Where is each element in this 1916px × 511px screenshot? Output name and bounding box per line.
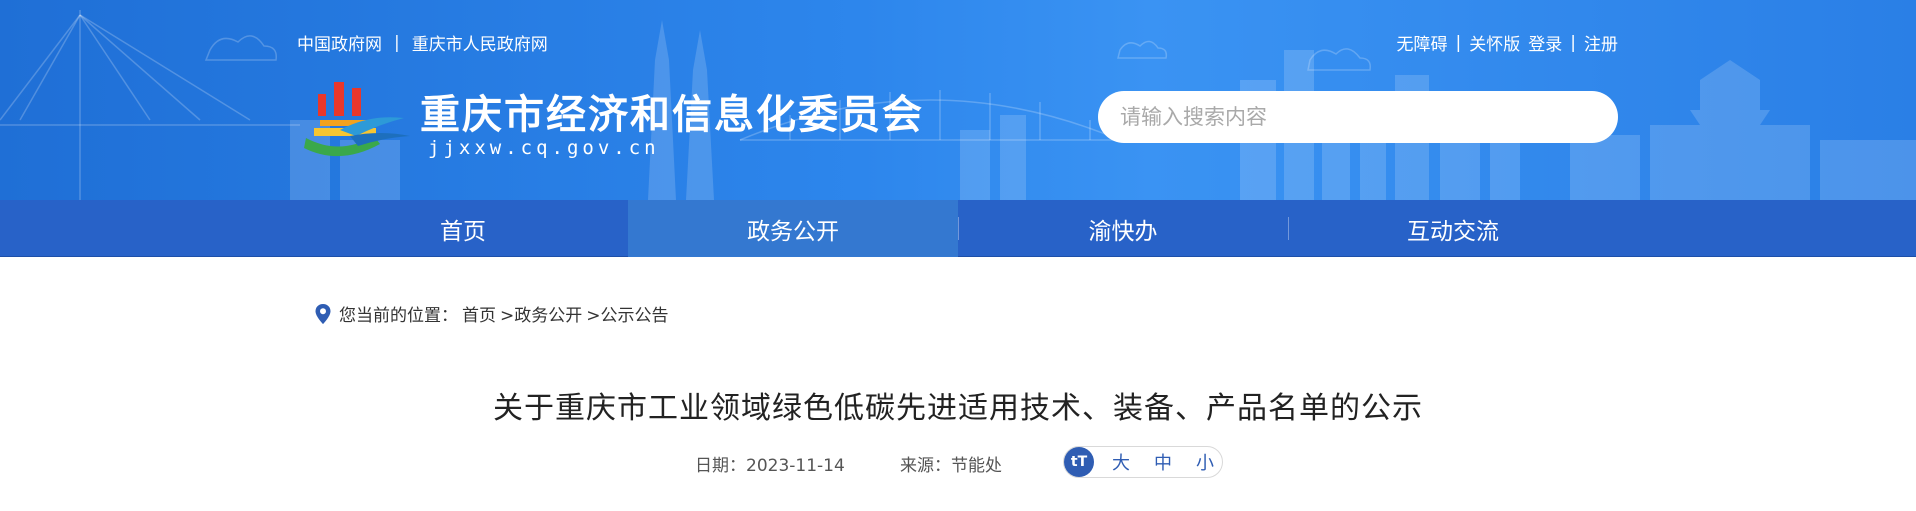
date-value: 2023-11-14: [746, 456, 845, 476]
article-date: 日期：2023-11-14: [695, 451, 845, 476]
nav-item-interaction[interactable]: 互动交流: [1288, 200, 1618, 257]
cq-gov-link[interactable]: 重庆市人民政府网: [412, 30, 548, 55]
top-links: 中国政府网 | 重庆市人民政府网: [297, 30, 548, 56]
site-title[interactable]: 重庆市经济和信息化委员会: [420, 82, 924, 140]
link-separator: |: [394, 32, 400, 53]
search-input[interactable]: [1098, 91, 1618, 143]
breadcrumb-gov-affairs[interactable]: >政务公开: [500, 301, 582, 326]
font-size-icon: tT: [1064, 447, 1094, 477]
link-separator: |: [1455, 32, 1462, 53]
breadcrumb-prefix: 您当前的位置：: [339, 306, 458, 326]
breadcrumb-announcements[interactable]: >公示公告: [586, 301, 668, 326]
elder-mode-link[interactable]: 关怀版: [1469, 30, 1520, 55]
font-size-medium[interactable]: 中: [1154, 449, 1172, 475]
link-separator: |: [1570, 32, 1576, 53]
nav-item-gov-affairs[interactable]: 政务公开: [628, 200, 958, 257]
login-link[interactable]: 登录: [1528, 30, 1562, 55]
date-label: 日期：: [695, 456, 746, 476]
header-banner: 中国政府网 | 重庆市人民政府网 无障碍 | 关怀版 登录 | 注册 重庆市经济…: [0, 0, 1916, 200]
breadcrumb: 您当前的位置： 首页 >政务公开 >公示公告: [315, 301, 669, 326]
city-skyline-illustration: [0, 10, 1916, 200]
font-size-small[interactable]: 小: [1196, 449, 1214, 475]
article-title: 关于重庆市工业领域绿色低碳先进适用技术、装备、产品名单的公示: [493, 391, 1423, 426]
article-source: 来源：节能处: [900, 451, 1002, 476]
font-size-switcher: tT 大 中 小: [1063, 446, 1223, 478]
gov-portal-link[interactable]: 中国政府网: [297, 30, 382, 55]
site-domain: jjxxw.cq.gov.cn: [428, 137, 660, 159]
register-link[interactable]: 注册: [1584, 30, 1618, 55]
emblem-logo[interactable]: [300, 74, 412, 164]
source-label: 来源：: [900, 456, 951, 476]
nav-item-yukuaiban[interactable]: 渝快办: [958, 200, 1288, 257]
top-right-links: 无障碍 | 关怀版 登录 | 注册: [1397, 30, 1618, 56]
breadcrumb-home[interactable]: 首页: [462, 301, 496, 326]
source-value: 节能处: [951, 456, 1002, 476]
accessibility-link[interactable]: 无障碍: [1397, 30, 1448, 55]
main-nav: 首页 政务公开 渝快办 互动交流: [0, 200, 1916, 257]
font-size-large[interactable]: 大: [1112, 449, 1130, 475]
location-pin-icon: [315, 303, 331, 324]
nav-item-home[interactable]: 首页: [298, 200, 628, 257]
